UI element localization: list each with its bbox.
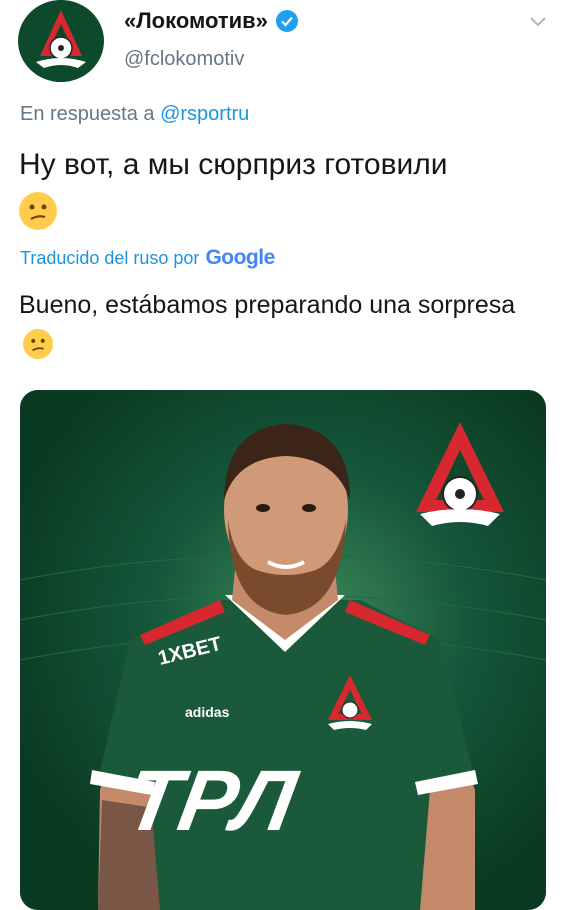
lokomotiv-logo-icon [20,0,102,82]
tweet-media-image[interactable]: 1XBET adidas ТРЛ [20,390,546,910]
jersey-sponsor-logo: ТРЛ [119,754,305,849]
google-logo: Google [205,246,275,270]
confused-face-emoji-icon [23,329,53,360]
display-name-text: «Локомотив» [124,8,268,33]
account-display-name[interactable]: «Локомотив» [124,8,298,34]
tweet-text-content: Ну вот, а мы сюрприз готовили [19,148,448,181]
translated-text: Bueno, estábamos preparando una sorpresa [19,286,539,362]
reply-prefix: En respuesta a [20,103,161,125]
reply-to-line: En respuesta a @rsportru [20,103,249,126]
reply-mention-link[interactable]: @rsportru [160,103,249,125]
tweet-text: Ну вот, а мы сюрприз готовили [19,143,544,231]
jersey-brand-adidas: adidas [185,704,230,720]
translated-by-label: Traducido del ruso por [20,248,200,268]
translation-attribution[interactable]: Traducido del ruso por Google [20,246,275,270]
avatar[interactable] [18,0,104,82]
verified-badge-icon [275,10,298,32]
chevron-down-icon[interactable] [527,10,549,32]
account-handle[interactable]: @fclokomotiv [124,48,244,71]
google-logo-text: Google [205,246,275,269]
confused-face-emoji-icon [19,192,57,231]
translated-text-content: Bueno, estábamos preparando una sorpresa [19,291,516,319]
